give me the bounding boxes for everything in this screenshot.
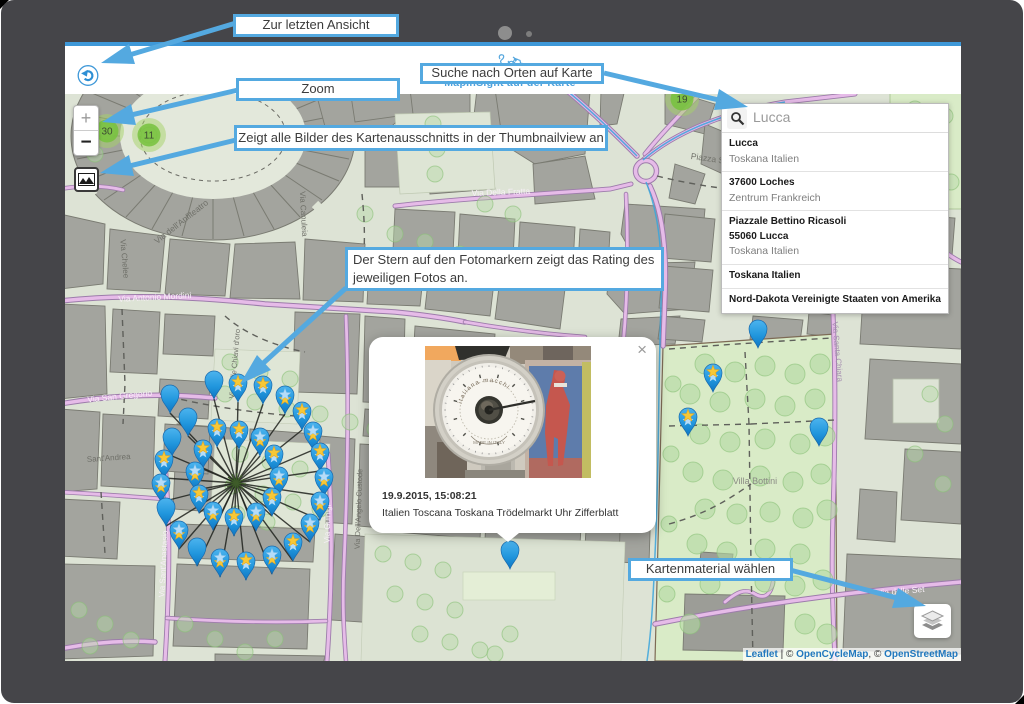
- svg-text:11: 11: [144, 131, 155, 142]
- svg-text:30: 30: [101, 127, 113, 138]
- svg-text:MADE IN ITALY: MADE IN ITALY: [473, 440, 505, 445]
- svg-text:Villa Bottini: Villa Bottini: [733, 476, 777, 486]
- svg-text:Via Della Fratta: Via Della Fratta: [472, 186, 531, 198]
- svg-text:19: 19: [676, 95, 688, 106]
